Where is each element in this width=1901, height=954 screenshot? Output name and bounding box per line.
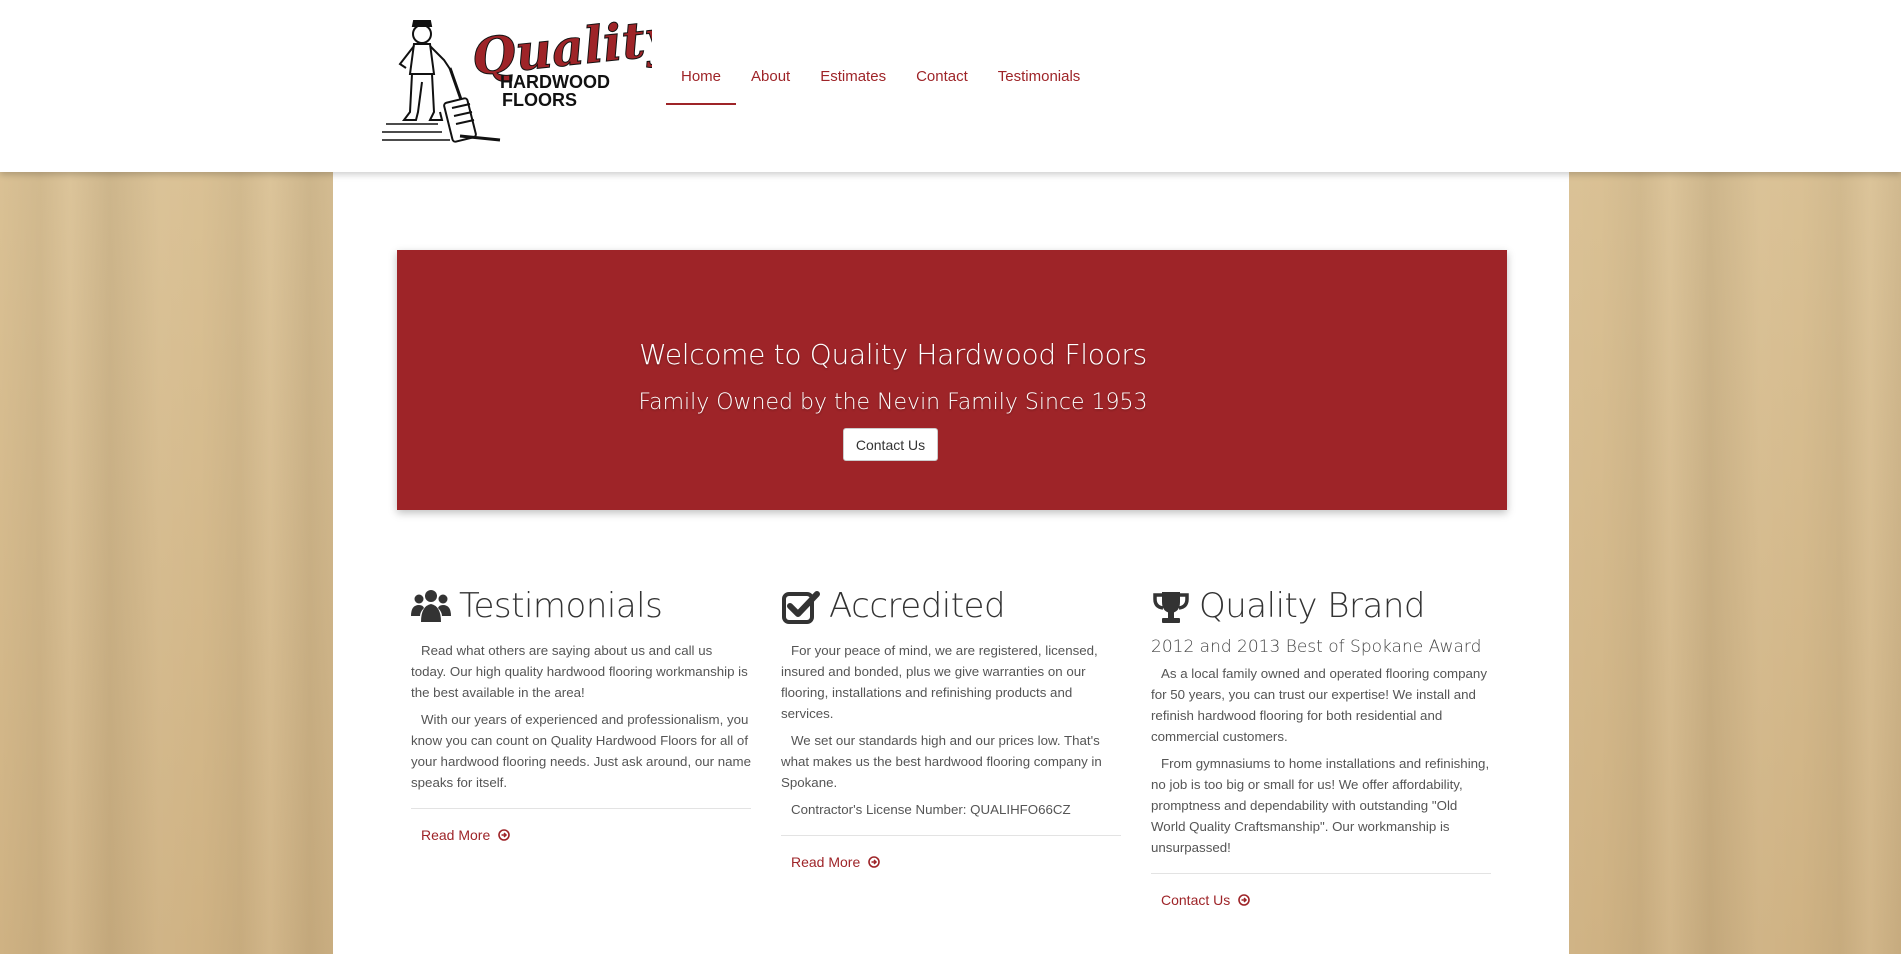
hero-title: Welcome to Quality Hardwood Floors <box>639 338 1147 371</box>
column-title: Testimonials <box>459 586 663 626</box>
hero-banner: Welcome to Quality Hardwood Floors Famil… <box>397 250 1507 510</box>
hero-subtitle: Family Owned by the Nevin Family Since 1… <box>638 390 1148 415</box>
column-paragraph: From gymnasiums to home installations an… <box>1151 756 1490 855</box>
link-label: Contact Us <box>1161 892 1231 908</box>
quality-hardwood-floors-logo[interactable]: Quality HARDWOOD FLOORS <box>380 6 680 154</box>
accredited-read-more-link[interactable]: Read More <box>781 854 1121 870</box>
award-subtitle: 2012 and 2013 Best of Spokane Award <box>1151 637 1482 657</box>
nav-about[interactable]: About <box>736 52 805 105</box>
column-paragraph: As a local family owned and operated flo… <box>1151 666 1487 744</box>
column-heading: Accredited <box>781 582 1121 630</box>
nav-estimates[interactable]: Estimates <box>805 52 901 105</box>
testimonials-read-more-link[interactable]: Read More <box>411 827 751 843</box>
accredited-column: Accredited For your peace of mind, we ar… <box>781 582 1121 870</box>
column-paragraph: Read what others are saying about us and… <box>411 643 748 700</box>
arrow-circle-right-icon <box>868 856 881 868</box>
logo-graphic: Quality HARDWOOD FLOORS <box>382 6 680 143</box>
link-label: Read More <box>791 854 861 870</box>
check-square-icon <box>781 586 821 626</box>
column-paragraph: We set our standards high and our prices… <box>781 733 1102 790</box>
site-header: Quality HARDWOOD FLOORS Home About Estim… <box>0 0 1901 172</box>
column-title: Accredited <box>829 586 1006 626</box>
column-paragraph: For your peace of mind, we are registere… <box>781 643 1098 721</box>
column-heading: Testimonials <box>411 582 751 630</box>
quality-brand-column: Quality Brand 2012 and 2013 Best of Spok… <box>1151 582 1491 908</box>
testimonials-column: Testimonials Read what others are saying… <box>411 582 751 843</box>
arrow-circle-right-icon <box>498 829 511 841</box>
column-paragraph: With our years of experienced and profes… <box>411 712 752 790</box>
column-divider <box>411 808 751 809</box>
quality-brand-contact-link[interactable]: Contact Us <box>1151 892 1491 908</box>
nav-contact[interactable]: Contact <box>901 52 983 105</box>
arrow-circle-right-icon <box>1238 894 1251 906</box>
hero-contact-button[interactable]: Contact Us <box>843 428 938 461</box>
column-title: Quality Brand <box>1199 586 1426 626</box>
trophy-icon <box>1151 586 1191 626</box>
nav-home[interactable]: Home <box>666 52 737 105</box>
column-heading: Quality Brand <box>1151 582 1491 630</box>
logo-floors-text: FLOORS <box>502 90 577 110</box>
nav-testimonials[interactable]: Testimonials <box>983 52 1096 105</box>
link-label: Read More <box>421 827 491 843</box>
column-divider <box>781 835 1121 836</box>
main-content: Welcome to Quality Hardwood Floors Famil… <box>333 172 1569 954</box>
users-icon <box>411 586 451 626</box>
column-divider <box>1151 873 1491 874</box>
main-nav: Home About Estimates Contact Testimonial… <box>666 52 1096 105</box>
contractor-license: Contractor's License Number: QUALIHFO66C… <box>791 802 1071 817</box>
logo-hardwood-text: HARDWOOD <box>500 72 610 92</box>
